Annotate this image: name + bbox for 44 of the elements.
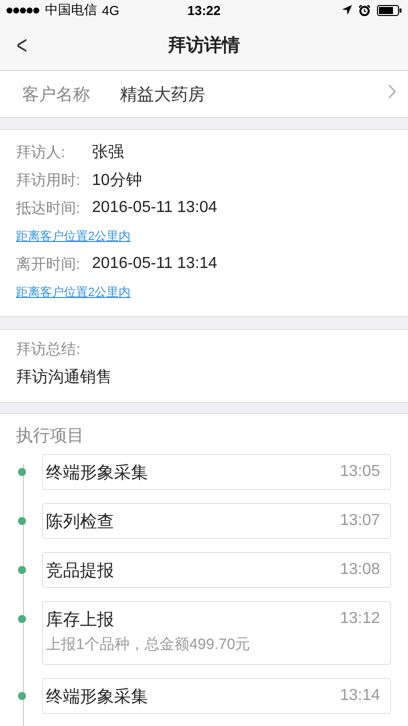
network-type: 4G — [102, 2, 120, 18]
task-time: 13:14 — [340, 687, 380, 705]
field-value: 张强 — [92, 142, 124, 162]
task-time: 13:08 — [340, 561, 380, 579]
task-card[interactable]: 陈列检查 13:07 — [42, 503, 391, 539]
task-time: 13:12 — [340, 610, 380, 628]
task-card[interactable]: 终端形象采集 13:05 — [42, 454, 391, 490]
task-card[interactable]: 库存上报 13:12 上报1个品种，总金额499.70元 — [42, 601, 391, 665]
field-value: 2016-05-11 13:14 — [92, 255, 218, 273]
back-button[interactable]: < — [6, 30, 38, 60]
task-name: 竞品提报 — [46, 560, 114, 582]
alarm-icon — [359, 4, 370, 16]
battery-icon — [377, 4, 402, 16]
customer-name: 精益大药房 — [120, 84, 206, 106]
task-card[interactable]: 终端形象采集 13:14 — [42, 678, 391, 714]
task-detail: 上报1个品种，总金额499.70元 — [46, 635, 252, 655]
task-name: 终端形象采集 — [46, 686, 148, 708]
task-name: 终端形象采集 — [46, 462, 148, 484]
customer-label: 客户名称 — [22, 84, 91, 106]
task-time: 13:05 — [340, 463, 380, 481]
page-title: 拜访详情 — [168, 34, 240, 57]
task-card[interactable]: 竞品提报 13:08 — [42, 552, 391, 588]
carrier-name: 中国电信 — [45, 1, 97, 19]
location-arrow-icon — [342, 5, 352, 15]
timeline-dot — [18, 468, 26, 476]
field-label: 拜访人: — [16, 142, 66, 162]
timeline-dot — [18, 517, 26, 525]
chevron-right-icon[interactable] — [388, 84, 396, 99]
field-label: 拜访用时: — [16, 170, 82, 190]
field-label: 抵达时间: — [16, 198, 82, 218]
field-label: 离开时间: — [16, 254, 82, 274]
summary-label: 拜访总结: — [16, 340, 82, 360]
timeline-dot — [18, 615, 26, 623]
section-title: 执行项目 — [16, 425, 84, 447]
field-value: 2016-05-11 13:04 — [92, 199, 218, 217]
timeline-dot — [18, 566, 26, 574]
field-value: 10分钟 — [92, 170, 142, 190]
summary-text: 拜访沟通销售 — [16, 368, 113, 388]
task-name: 陈列检查 — [46, 510, 114, 532]
timeline-dot — [18, 692, 26, 700]
task-time: 13:07 — [340, 512, 380, 530]
clock-time: 13:22 — [187, 2, 221, 18]
task-name: 库存上报 — [46, 608, 114, 630]
signal-icon — [6, 6, 40, 14]
